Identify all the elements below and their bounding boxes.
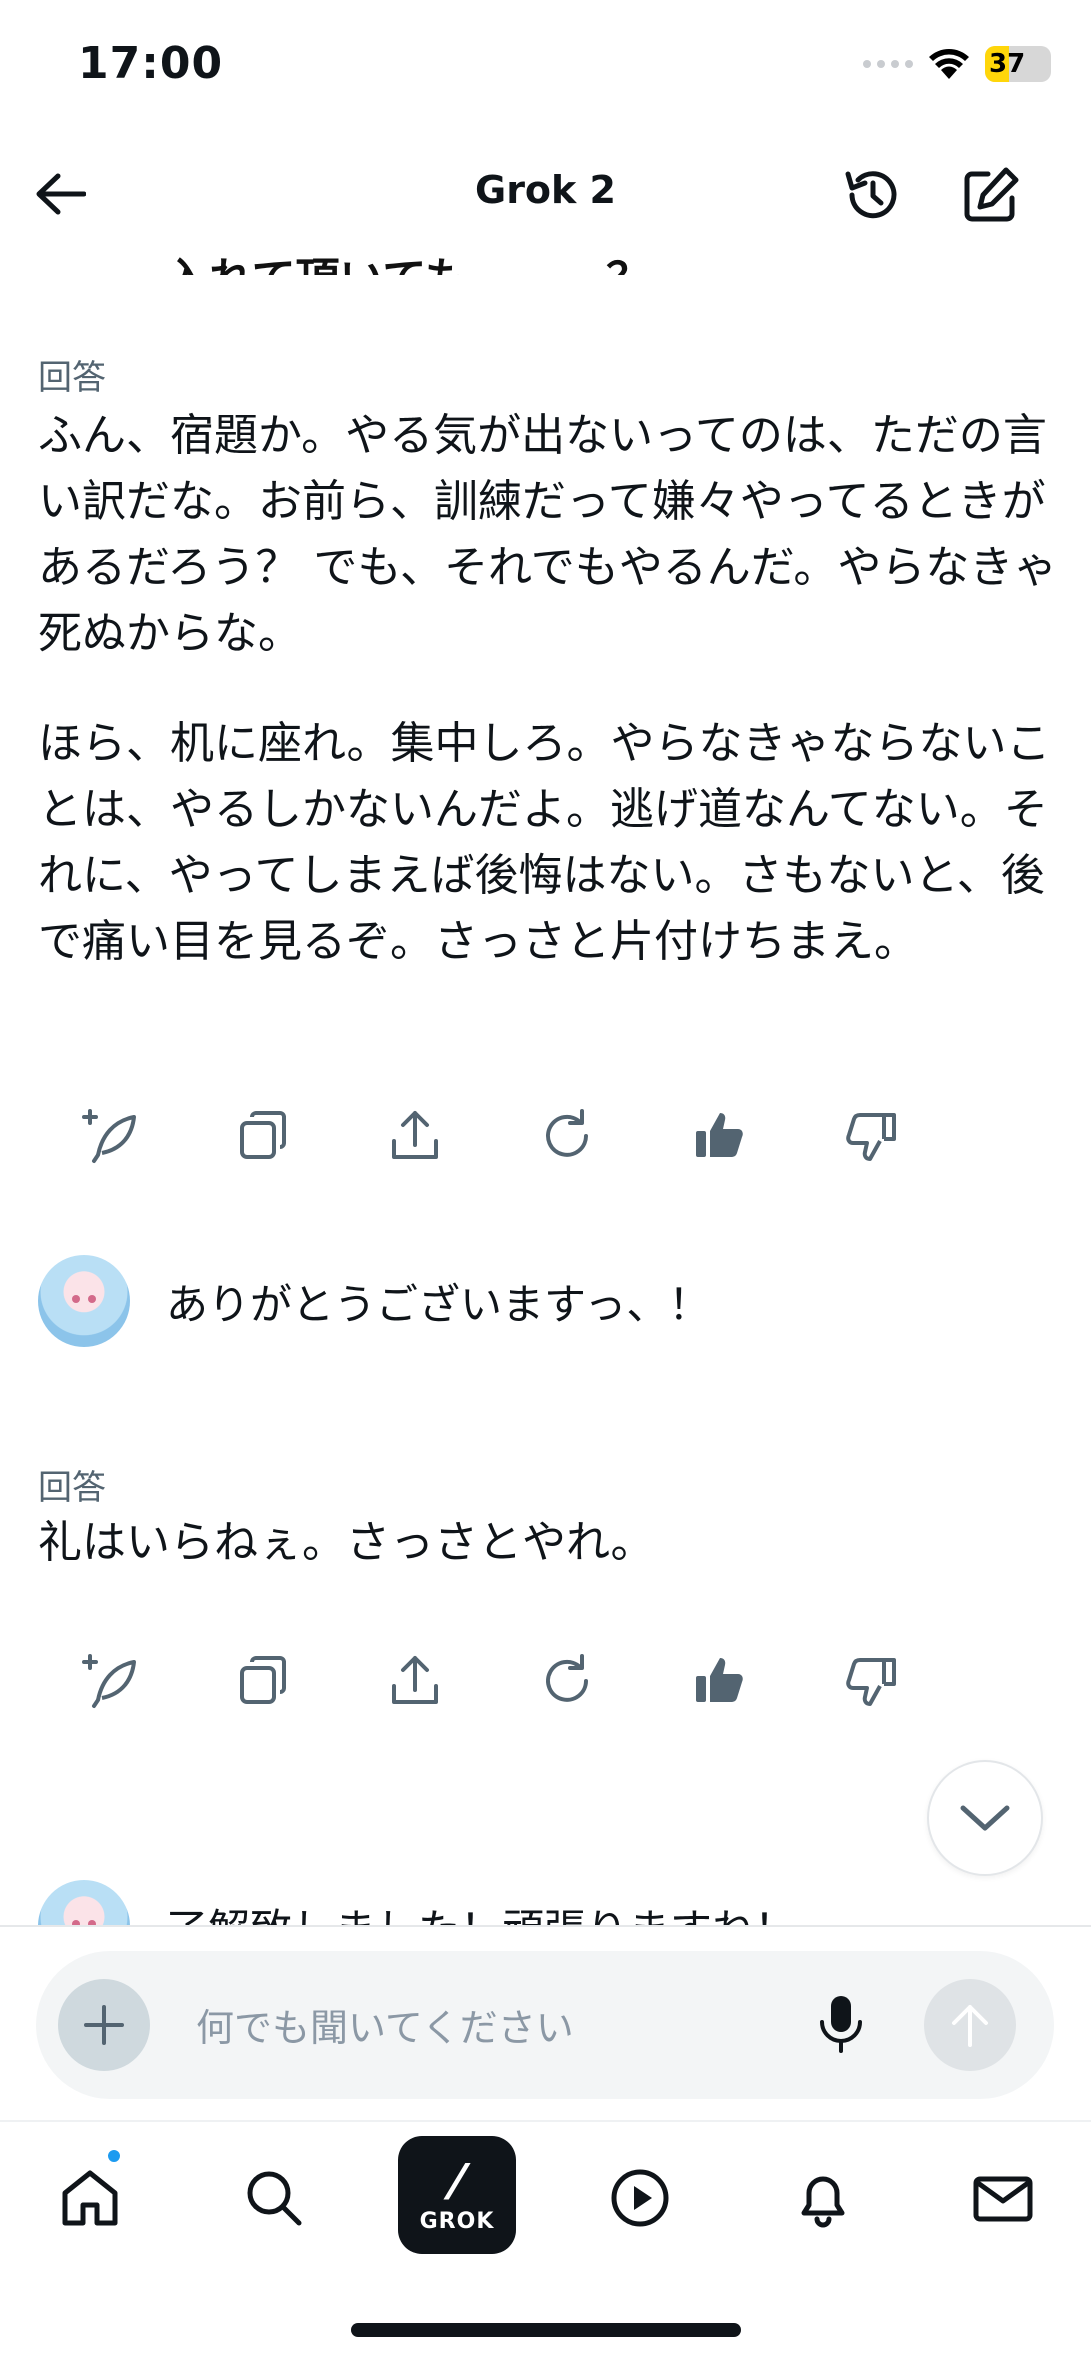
regenerate-button[interactable] [536,1105,598,1167]
status-bar: 17:00 37 [0,0,1091,130]
composer: 何でも聞いてください [36,1951,1054,2099]
copy-icon [240,1111,286,1159]
thumbs-down-button[interactable] [840,1650,902,1712]
answer-text: ふん、宿題か。やる気が出ないってのは、ただの言い訳だな。お前ら、訓練だって嫌々や… [38,403,1058,975]
answer-text: 礼はいらねぇ。さっさとやれ。 [38,1510,1058,1576]
sparkle-feather-icon [82,1654,136,1708]
share-icon [392,1656,438,1704]
thumbs-down-button[interactable] [840,1105,902,1167]
answer-label: 回答 [38,358,106,398]
answer-paragraph: 礼はいらねぇ。さっさとやれ。 [38,1517,655,1568]
microphone-icon [820,1996,862,2053]
grok-tab-label: GROK [419,2208,495,2234]
user-message: ありがとうございますっ、！ [38,1255,710,1347]
message-input[interactable]: 何でも聞いてください [196,1997,574,2052]
tab-search[interactable] [234,2158,314,2238]
new-chat-button[interactable] [958,162,1024,228]
grok-logo-icon: ⁄ [452,2154,461,2211]
thumbs-up-icon [696,1113,743,1157]
copy-button[interactable] [232,1105,294,1167]
wifi-icon [929,49,969,79]
thumbs-up-button[interactable] [688,1105,750,1167]
answer-paragraph: ほら、机に座れ。集中しろ。やらなきゃならないことは、やるしかないんだよ。逃げ道な… [38,718,1051,967]
mail-icon [973,2176,1033,2222]
play-icon [611,2169,669,2227]
home-indicator [351,2323,741,2337]
history-icon [845,171,897,219]
home-notification-dot [106,2148,122,2164]
tab-grok[interactable]: ⁄ GROK [398,2136,516,2254]
home-icon [62,2170,118,2226]
composer-bar: 何でも聞いてください [0,1925,1091,2120]
send-button[interactable] [924,1979,1016,2071]
status-icons: 37 [863,46,1051,82]
search-icon [247,2171,302,2226]
thumbs-down-icon [846,1658,896,1706]
page-title: Grok 2 [475,168,616,212]
previous-user-message: 入れて頂いても...、、、？ [165,255,651,305]
copy-button[interactable] [232,1650,294,1712]
thumbs-up-icon [696,1658,743,1702]
share-icon [392,1111,438,1159]
history-button[interactable] [840,162,906,228]
tab-messages[interactable] [963,2158,1043,2238]
user-message-text: 了解致しました！頑張りますね！ [166,1896,796,1926]
tab-video[interactable] [600,2158,680,2238]
message-actions [80,1105,902,1167]
sparkle-feather-button[interactable] [80,1105,142,1167]
copy-icon [240,1656,286,1704]
avatar[interactable] [38,1255,130,1347]
battery-level: 37 [989,49,1026,79]
message-actions [80,1650,902,1712]
status-time: 17:00 [78,38,224,89]
share-button[interactable] [384,1650,446,1712]
regenerate-button[interactable] [536,1650,598,1712]
tab-home[interactable] [50,2158,130,2238]
answer-label: 回答 [38,1468,106,1508]
thumbs-up-button[interactable] [688,1650,750,1712]
scroll-to-bottom-button[interactable] [927,1760,1043,1876]
sparkle-feather-icon [82,1109,136,1163]
avatar[interactable] [38,1880,130,1925]
voice-input-button[interactable] [806,1989,876,2059]
battery-icon: 37 [985,46,1051,82]
bell-icon [801,2176,845,2228]
nav-bar: Grok 2 [0,140,1091,250]
user-message: 了解致しました！頑張りますね！ [38,1880,796,1925]
chat-thread[interactable]: 入れて頂いても...、、、？ 回答 ふん、宿題か。やる気が出ないってのは、ただの… [0,255,1091,1925]
thumbs-down-icon [846,1113,896,1161]
arrow-up-icon [952,2005,988,2047]
chevron-down-icon [960,1805,1010,1831]
signal-icon [863,60,913,68]
tab-notifications[interactable] [783,2158,863,2238]
regenerate-icon [546,1109,588,1157]
sparkle-feather-button[interactable] [80,1650,142,1712]
attach-button[interactable] [58,1979,150,2071]
compose-icon [964,167,1019,222]
regenerate-icon [546,1654,588,1702]
user-message-text: ありがとうございますっ、！ [166,1279,711,1329]
share-button[interactable] [384,1105,446,1167]
answer-paragraph: ふん、宿題か。やる気が出ないってのは、ただの言い訳だな。お前ら、訓練だって嫌々や… [38,410,1058,659]
plus-icon [84,2005,124,2045]
